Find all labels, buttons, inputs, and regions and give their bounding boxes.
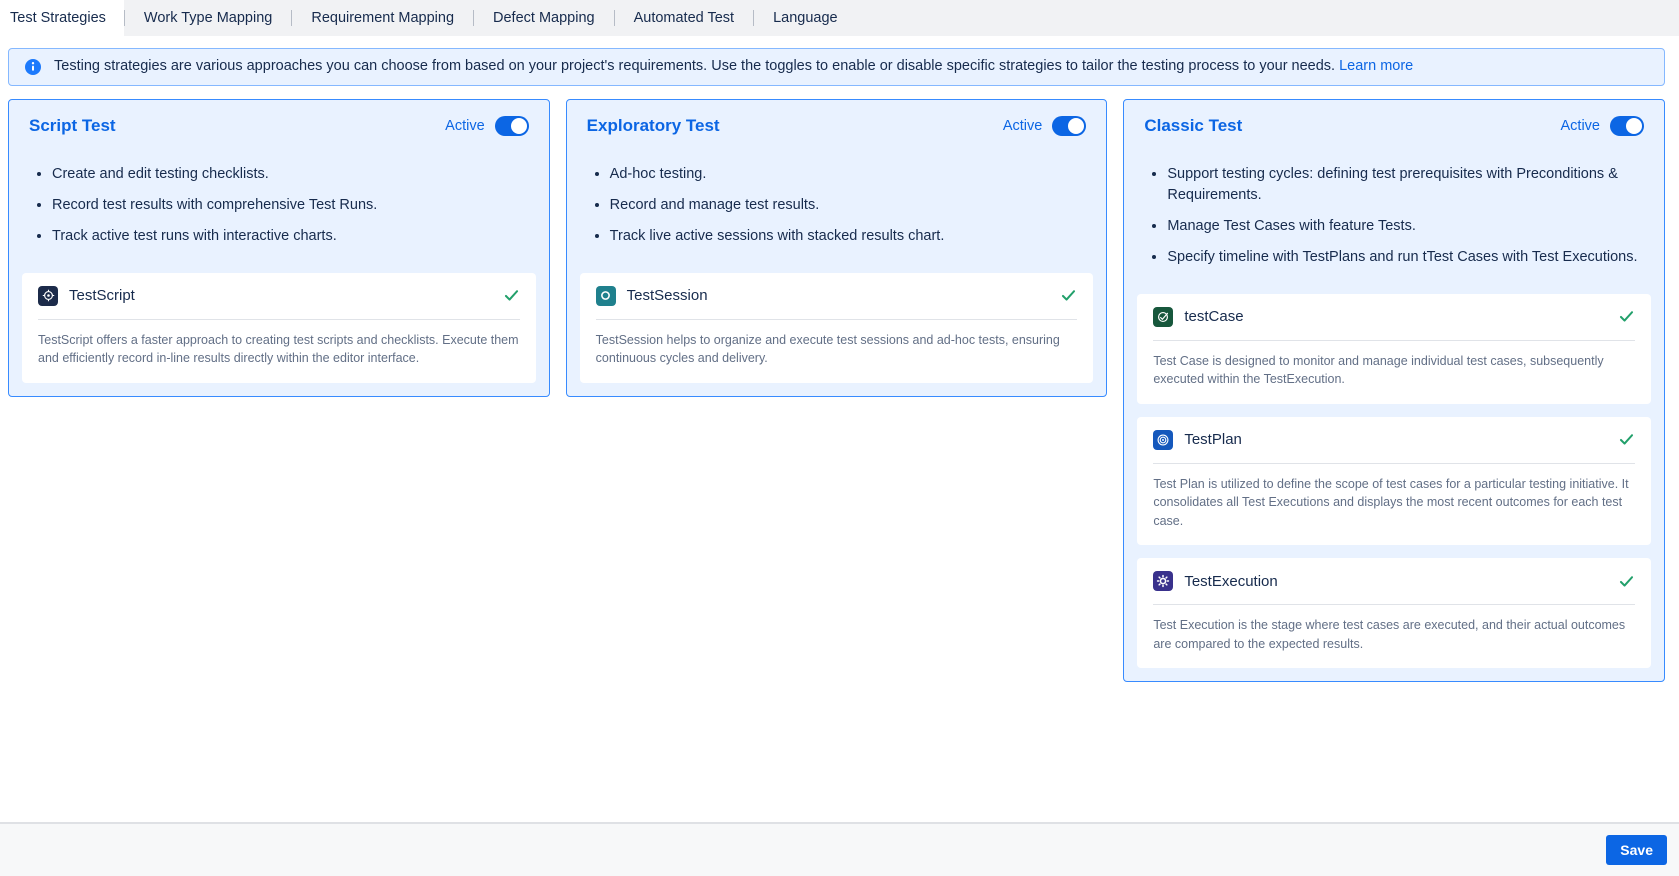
strategy-card-exploratory-test: Exploratory Test Active Ad-hoc testing. … <box>566 99 1108 397</box>
card-header: Exploratory Test Active <box>580 116 1094 136</box>
check-icon <box>1618 308 1635 325</box>
toggle-knob <box>511 118 527 134</box>
feature-bullet: Track active test runs with interactive … <box>52 226 536 247</box>
module-divider <box>1153 340 1635 341</box>
feature-bullet: Record test results with comprehensive T… <box>52 195 536 216</box>
module-description: Test Plan is utilized to define the scop… <box>1153 475 1635 531</box>
classic-test-toggle[interactable] <box>1610 116 1644 136</box>
strategy-cards-row: Script Test Active Create and edit testi… <box>8 99 1665 683</box>
feature-bullet: Track live active sessions with stacked … <box>610 226 1094 247</box>
target-icon <box>38 286 58 306</box>
script-test-toggle[interactable] <box>495 116 529 136</box>
check-icon <box>1618 431 1635 448</box>
module-name: testCase <box>1184 308 1243 325</box>
info-banner: Testing strategies are various approache… <box>8 48 1665 86</box>
module-card-testsession: TestSession TestSession helps to organiz… <box>580 273 1094 383</box>
module-list: testCase Test Case is designed to monito… <box>1137 294 1651 669</box>
module-description: TestScript offers a faster approach to c… <box>38 331 520 368</box>
feature-bullet: Ad-hoc testing. <box>610 164 1094 185</box>
strategy-title: Script Test <box>29 116 116 136</box>
feature-bullet-list: Create and edit testing checklists. Reco… <box>22 164 536 247</box>
tab-test-strategies[interactable]: Test Strategies <box>0 0 124 36</box>
check-circle-icon <box>1153 307 1173 327</box>
module-list: TestScript TestScript offers a faster ap… <box>22 273 536 383</box>
module-name: TestScript <box>69 287 135 304</box>
tab-defect-mapping[interactable]: Defect Mapping <box>474 0 614 36</box>
feature-bullet: Manage Test Cases with feature Tests. <box>1167 216 1651 237</box>
check-icon <box>503 287 520 304</box>
card-header: Script Test Active <box>22 116 536 136</box>
feature-bullet: Record and manage test results. <box>610 195 1094 216</box>
feature-bullet-list: Support testing cycles: defining test pr… <box>1137 164 1651 268</box>
feature-bullet-list: Ad-hoc testing. Record and manage test r… <box>580 164 1094 247</box>
active-toggle-group: Active <box>445 116 529 136</box>
module-description: Test Case is designed to monitor and man… <box>1153 352 1635 389</box>
card-header: Classic Test Active <box>1137 116 1651 136</box>
active-toggle-group: Active <box>1561 116 1645 136</box>
strategy-card-classic-test: Classic Test Active Support testing cycl… <box>1123 99 1665 683</box>
module-name: TestExecution <box>1184 573 1277 590</box>
module-divider <box>596 319 1078 320</box>
active-label: Active <box>445 118 485 134</box>
tab-language[interactable]: Language <box>754 0 857 36</box>
feature-bullet: Support testing cycles: defining test pr… <box>1167 164 1651 206</box>
info-icon <box>25 59 41 75</box>
module-header: TestSession <box>596 286 1078 306</box>
toggle-knob <box>1068 118 1084 134</box>
banner-message: Testing strategies are various approache… <box>54 57 1413 77</box>
module-header: TestPlan <box>1153 430 1635 450</box>
module-name: TestSession <box>627 287 708 304</box>
save-button[interactable]: Save <box>1606 835 1667 865</box>
ring-icon <box>596 286 616 306</box>
active-toggle-group: Active <box>1003 116 1087 136</box>
check-icon <box>1060 287 1077 304</box>
module-card-testexecution: TestExecution Test Execution is the stag… <box>1137 558 1651 668</box>
module-card-testscript: TestScript TestScript offers a faster ap… <box>22 273 536 383</box>
module-description: TestSession helps to organize and execut… <box>596 331 1078 368</box>
module-list: TestSession TestSession helps to organiz… <box>580 273 1094 383</box>
module-description: Test Execution is the stage where test c… <box>1153 616 1635 653</box>
strategy-title: Exploratory Test <box>587 116 720 136</box>
active-label: Active <box>1561 118 1601 134</box>
tab-requirement-mapping[interactable]: Requirement Mapping <box>292 0 473 36</box>
module-card-testplan: TestPlan Test Plan is utilized to define… <box>1137 417 1651 546</box>
module-divider <box>1153 463 1635 464</box>
learn-more-link[interactable]: Learn more <box>1339 58 1413 74</box>
module-card-testcase: testCase Test Case is designed to monito… <box>1137 294 1651 404</box>
module-divider <box>1153 604 1635 605</box>
tab-automated-test[interactable]: Automated Test <box>615 0 754 36</box>
module-name: TestPlan <box>1184 431 1242 448</box>
module-divider <box>38 319 520 320</box>
tabbar-filler <box>857 0 1679 36</box>
module-header: testCase <box>1153 307 1635 327</box>
active-label: Active <box>1003 118 1043 134</box>
feature-bullet: Create and edit testing checklists. <box>52 164 536 185</box>
footer-bar: Save <box>0 822 1679 876</box>
strategy-title: Classic Test <box>1144 116 1242 136</box>
check-icon <box>1618 573 1635 590</box>
settings-tab-bar: Test Strategies Work Type Mapping Requir… <box>0 0 1679 36</box>
toggle-knob <box>1626 118 1642 134</box>
gear-icon <box>1153 571 1173 591</box>
tab-work-type-mapping[interactable]: Work Type Mapping <box>125 0 291 36</box>
module-header: TestScript <box>38 286 520 306</box>
banner-text: Testing strategies are various approache… <box>54 58 1335 74</box>
module-header: TestExecution <box>1153 571 1635 591</box>
exploratory-test-toggle[interactable] <box>1052 116 1086 136</box>
strategy-card-script-test: Script Test Active Create and edit testi… <box>8 99 550 397</box>
bullseye-icon <box>1153 430 1173 450</box>
feature-bullet: Specify timeline with TestPlans and run … <box>1167 247 1651 268</box>
